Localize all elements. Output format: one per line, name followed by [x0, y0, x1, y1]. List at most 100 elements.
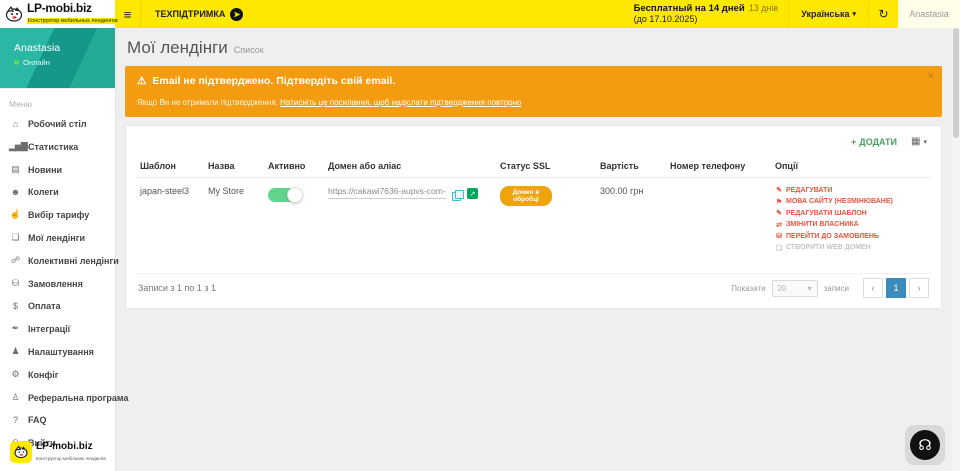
- domain-url-field[interactable]: https://cakawi7636-aupvs-com-42: [328, 186, 446, 199]
- copy-icon[interactable]: [452, 190, 461, 199]
- sidebar-item-faq[interactable]: ?FAQ: [0, 409, 115, 431]
- option-link[interactable]: ⇄ЗМІНИТИ ВЛАСНИКА: [775, 221, 927, 229]
- show-label: Показати: [731, 284, 765, 293]
- support-label: ТЕХПІДТРИМКА: [155, 9, 225, 19]
- header-logo[interactable]: LP-mobi.biz Конструктор мобильных лендин…: [0, 0, 115, 28]
- colleagues-icon: ☻: [9, 187, 21, 197]
- sidebar-item-label: Вибір тарифу: [28, 210, 89, 220]
- column-header: Шаблон: [136, 155, 204, 178]
- support-chat-widget[interactable]: ☊: [905, 425, 945, 465]
- cell-price: 300.00 грн: [596, 178, 666, 264]
- sidebar-item-label: Колеги: [28, 187, 59, 197]
- resend-confirmation-link[interactable]: Натисніть це посилання, щоб надіслати пі…: [280, 98, 521, 107]
- language-label: Українська: [801, 9, 849, 19]
- option-link[interactable]: ⚑МОВА САЙТУ (НЕЗМІНЮВАНЕ): [775, 198, 927, 206]
- page-button-1[interactable]: 1: [886, 278, 906, 298]
- sidebar-item-config[interactable]: ⚙ Конфіг: [0, 363, 115, 386]
- option-link[interactable]: ⛁ПЕРЕЙТИ ДО ЗАМОВЛЕНЬ: [775, 232, 927, 240]
- alert-body-text: Якщо Ви не отримали підтвердження.: [137, 98, 278, 107]
- next-page-button[interactable]: ›: [909, 278, 929, 298]
- external-link-icon[interactable]: ↗: [467, 188, 478, 199]
- dog-mascot-icon: [4, 4, 24, 24]
- sidebar-item-label: Мої лендінги: [28, 233, 85, 243]
- option-label: СТВОРИТИ WEB ДОМЕН: [786, 244, 871, 251]
- sidebar-item-orders[interactable]: ⛁Замовлення: [0, 272, 115, 295]
- support-link[interactable]: ТЕХПІДТРИМКА ➤: [141, 0, 257, 28]
- column-header: Назва: [204, 155, 264, 178]
- sidebar-item-colleagues[interactable]: ☻ Колеги: [0, 181, 115, 203]
- user-menu[interactable]: Anastasia: [898, 0, 960, 28]
- option-link[interactable]: ✎РЕДАГУВАТИ ШАБЛОН: [775, 209, 927, 217]
- sidebar-item-label: FAQ: [28, 415, 47, 425]
- main-content: Мої лендінги Список ⚠ Email не підтвердж…: [115, 28, 952, 471]
- column-header: Номер телефону: [666, 155, 771, 178]
- close-icon[interactable]: ×: [928, 70, 934, 82]
- refresh-button[interactable]: ↻: [868, 0, 898, 28]
- sidebar-footer-logo: LP-mobi.biz Конструктор мобільних лендин…: [10, 441, 106, 463]
- chevron-down-icon: ▾: [808, 284, 812, 293]
- language-selector[interactable]: Українська ▾: [788, 0, 868, 28]
- cell-phone: [666, 178, 771, 264]
- sidebar-item-payment[interactable]: $Оплата: [0, 295, 115, 317]
- settings-icon: ♟: [9, 346, 21, 357]
- grid-icon: ▦: [911, 136, 920, 147]
- sidebar-item-statistics[interactable]: ▂▅▇Статистика: [0, 135, 115, 158]
- option-icon: ✎: [775, 186, 783, 194]
- footer-dog-mascot-icon: [10, 441, 32, 463]
- option-icon: ⚑: [775, 198, 783, 206]
- warning-icon: ⚠: [137, 75, 146, 87]
- column-header: Опції: [771, 155, 931, 178]
- column-header: Вартість: [596, 155, 666, 178]
- option-link: ❏СТВОРИТИ WEB ДОМЕН: [775, 244, 927, 252]
- headset-icon: ☊: [910, 430, 940, 460]
- alert-title: Email не підтверджено. Підтвердіть свій …: [152, 75, 395, 87]
- news-icon: ▤: [9, 164, 21, 175]
- add-landing-button[interactable]: + ДОДАТИ: [851, 137, 897, 147]
- option-icon: ❏: [775, 244, 783, 252]
- logo-title: LP-mobi.biz: [27, 3, 119, 14]
- pagination: ‹ 1 ›: [863, 278, 929, 298]
- vertical-scrollbar[interactable]: [952, 28, 960, 471]
- sidebar-item-label: Налаштування: [28, 347, 94, 357]
- sidebar-item-label: Конфіг: [28, 370, 59, 380]
- prev-page-button[interactable]: ‹: [863, 278, 883, 298]
- sidebar: Anastasia Онлайн Меню ⌂Робочий стіл▂▅▇Ст…: [0, 28, 115, 471]
- hamburger-menu-icon[interactable]: ≡: [115, 0, 141, 28]
- sidebar-item-settings[interactable]: ♟ Налаштування: [0, 340, 115, 363]
- option-label: РЕДАГУВАТИ ШАБЛОН: [786, 210, 867, 217]
- sidebar-item-tariff[interactable]: ☝ Вибір тарифу: [0, 203, 115, 226]
- sidebar-item-referral[interactable]: ♙Реферальна програма: [0, 386, 115, 409]
- sidebar-item-integrations[interactable]: ✒Інтеграції: [0, 317, 115, 340]
- scrollbar-thumb[interactable]: [953, 28, 959, 138]
- trial-info: Бесплатный на 14 дней 13 днів (до 17.10.…: [624, 0, 789, 28]
- column-settings-button[interactable]: ▦ ▾: [911, 136, 927, 147]
- option-link[interactable]: ✎РЕДАГУВАТИ: [775, 186, 927, 194]
- landings-card: + ДОДАТИ ▦ ▾ ШаблонНазваАктивноДомен або…: [125, 125, 942, 309]
- sidebar-item-dashboard[interactable]: ⌂Робочий стіл: [0, 113, 115, 135]
- sidebar-item-collective-landings[interactable]: ☍Колективні лендінги: [0, 249, 115, 272]
- option-icon: ⛁: [775, 232, 783, 240]
- cell-options: ✎РЕДАГУВАТИ⚑МОВА САЙТУ (НЕЗМІНЮВАНЕ)✎РЕД…: [771, 178, 931, 264]
- sidebar-item-label: Новини: [28, 165, 62, 175]
- footer-logo-title: LP-mobi.biz: [36, 442, 106, 452]
- active-toggle[interactable]: [268, 188, 302, 202]
- option-icon: ✎: [775, 209, 783, 217]
- chevron-down-icon: ▾: [852, 10, 856, 18]
- online-status-dot: [14, 60, 19, 65]
- sidebar-item-my-landings[interactable]: ❏ Мої лендінги: [0, 226, 115, 249]
- plus-icon: +: [851, 137, 856, 147]
- tariff-icon: ☝: [9, 209, 21, 220]
- referral-icon: ♙: [9, 392, 21, 403]
- sidebar-item-label: Замовлення: [28, 279, 83, 289]
- sidebar-menu: ⌂Робочий стіл▂▅▇Статистика ▤ Новини ☻ Колеги…: [0, 113, 115, 454]
- sidebar-item-news[interactable]: ▤ Новини: [0, 158, 115, 181]
- config-icon: ⚙: [9, 369, 21, 380]
- landings-table: ШаблонНазваАктивноДомен або аліасСтатус …: [136, 155, 931, 263]
- option-label: ЗМІНИТИ ВЛАСНИКА: [786, 221, 859, 228]
- page-subtitle: Список: [234, 45, 264, 55]
- payment-icon: $: [9, 301, 21, 311]
- page-size-select[interactable]: 20 ▾: [772, 280, 818, 297]
- option-label: ПЕРЕЙТИ ДО ЗАМОВЛЕНЬ: [786, 233, 879, 240]
- my-landings-icon: ❏: [9, 232, 21, 243]
- column-header: Домен або аліас: [324, 155, 496, 178]
